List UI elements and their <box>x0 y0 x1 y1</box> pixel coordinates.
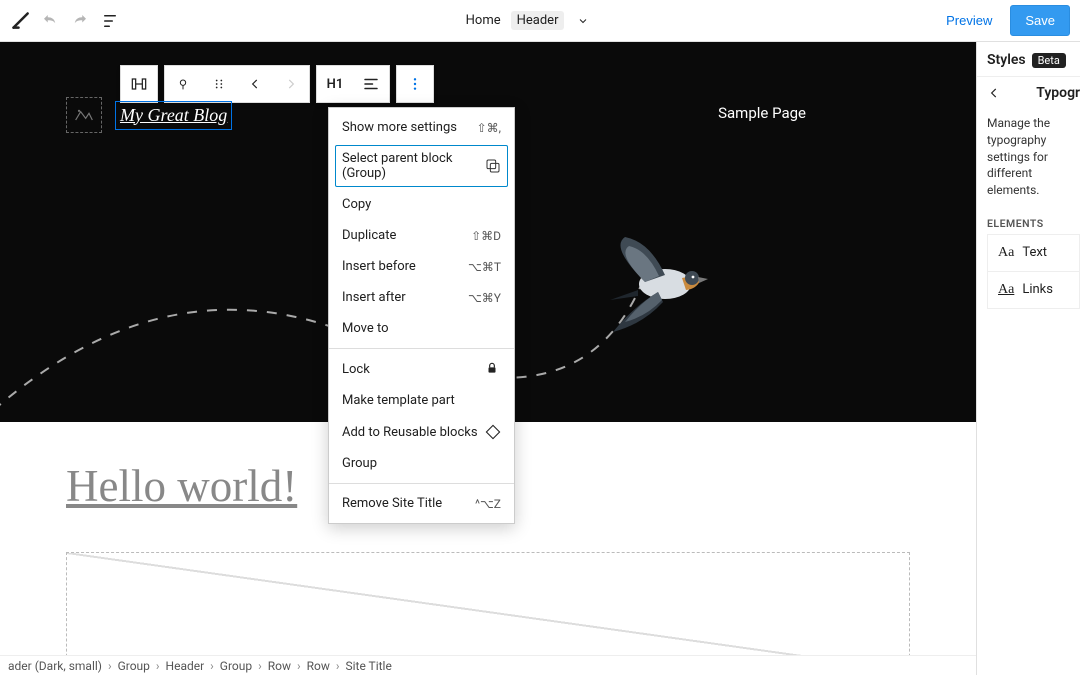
crumb-home: Home <box>466 13 501 28</box>
breadcrumb-item[interactable]: Group <box>112 659 156 673</box>
top-toolbar: Home Header Preview Save <box>0 0 1080 42</box>
sidebar-title: Styles <box>987 52 1026 68</box>
elements-label: Elements <box>977 209 1080 234</box>
site-corner: My Great Blog <box>66 97 229 133</box>
sidebar-section-title: Typography <box>1036 85 1080 101</box>
nav-link[interactable]: Sample Page <box>718 104 806 122</box>
chevron-down-icon[interactable] <box>574 12 592 30</box>
heading-level-button[interactable]: H1 <box>317 66 353 102</box>
breadcrumb-item[interactable]: Site Title <box>339 659 397 673</box>
bird-illustration <box>590 222 730 342</box>
block-breadcrumb: ader (Dark, small)› Group› Header› Group… <box>0 655 976 675</box>
breadcrumb-item[interactable]: Row <box>262 659 297 673</box>
post-title[interactable]: Hello world! <box>66 460 976 512</box>
menu-move-to[interactable]: Move to <box>329 313 514 344</box>
more-options-button[interactable] <box>397 66 433 102</box>
menu-remove[interactable]: Remove Site Title ^⌥Z <box>329 488 514 519</box>
breadcrumb-item[interactable]: Row <box>301 659 336 673</box>
menu-make-template-part[interactable]: Make template part <box>329 385 514 416</box>
move-left-icon[interactable] <box>237 66 273 102</box>
crumb-current: Header <box>511 11 565 30</box>
menu-lock[interactable]: Lock <box>329 353 514 385</box>
wp-logo-icon[interactable] <box>10 10 32 32</box>
back-icon[interactable] <box>987 86 1001 100</box>
menu-duplicate[interactable]: Duplicate ⇧⌘D <box>329 220 514 251</box>
menu-show-more-settings[interactable]: Show more settings ⇧⌘, <box>329 112 514 143</box>
lock-icon <box>485 361 501 377</box>
menu-group[interactable]: Group <box>329 448 514 479</box>
sidebar-nav-row: Typography <box>977 76 1080 109</box>
menu-add-reusable[interactable]: Add to Reusable blocks <box>329 416 514 448</box>
toolbar-left-group <box>10 9 122 33</box>
menu-insert-after[interactable]: Insert after ⌥⌘Y <box>329 282 514 313</box>
align-button[interactable] <box>353 66 389 102</box>
beta-badge: Beta <box>1032 53 1066 68</box>
typography-icon: Aa <box>998 245 1014 261</box>
move-right-icon[interactable] <box>273 66 309 102</box>
site-title-block[interactable]: My Great Blog <box>118 104 229 127</box>
save-button[interactable]: Save <box>1010 5 1070 36</box>
breadcrumb-item[interactable]: Group <box>214 659 258 673</box>
undo-button[interactable] <box>38 9 62 33</box>
block-options-menu: Show more settings ⇧⌘, Select parent blo… <box>328 107 515 524</box>
editor-canvas: H1 My Great Blog Sample Page <box>0 42 976 655</box>
toolbar-right-group: Preview Save <box>936 5 1070 36</box>
elements-list: Aa Text Aa Links <box>987 234 1080 309</box>
element-text[interactable]: Aa Text <box>988 235 1079 271</box>
menu-select-parent[interactable]: Select parent block (Group) <box>335 145 508 187</box>
group-icon <box>485 158 501 174</box>
reusable-icon <box>485 424 501 440</box>
redo-button[interactable] <box>68 9 92 33</box>
breadcrumb-item[interactable]: ader (Dark, small) <box>2 659 108 673</box>
sidebar-description: Manage the typography settings for diffe… <box>977 109 1080 209</box>
featured-image-placeholder[interactable] <box>66 552 910 655</box>
preview-button[interactable]: Preview <box>936 7 1002 34</box>
element-links[interactable]: Aa Links <box>988 271 1079 308</box>
site-logo-placeholder[interactable] <box>66 97 102 133</box>
list-view-button[interactable] <box>98 9 122 33</box>
sidebar-header: Styles Beta <box>977 42 1080 76</box>
typography-link-icon: Aa <box>998 282 1014 298</box>
styles-sidebar: Styles Beta Typography Manage the typogr… <box>976 42 1080 675</box>
menu-insert-before[interactable]: Insert before ⌥⌘T <box>329 251 514 282</box>
document-crumb[interactable]: Home Header <box>122 11 936 30</box>
breadcrumb-item[interactable]: Header <box>160 659 211 673</box>
menu-copy[interactable]: Copy <box>329 189 514 220</box>
